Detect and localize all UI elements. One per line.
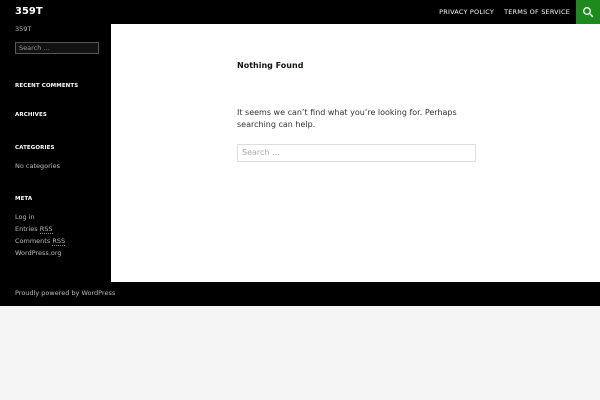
site-header: 359T PRIVACY POLICY TERMS OF SERVICE [0,0,600,24]
nav-terms-of-service[interactable]: TERMS OF SERVICE [504,8,570,16]
archives-heading: ARCHIVES [15,112,47,118]
not-found-message: It seems we can’t find what you’re looki… [237,108,457,129]
recent-comments-heading: RECENT COMMENTS [15,83,79,89]
site-page: 359T PRIVACY POLICY TERMS OF SERVICE 359… [0,0,600,306]
login-link[interactable]: Log in [15,211,65,223]
categories-heading: CATEGORIES [15,145,55,151]
rss-abbr: RSS [39,225,53,234]
comments-rss-link[interactable]: Comments RSS [15,235,66,247]
page-title: Nothing Found [237,61,304,70]
footer-credit-link[interactable]: Proudly powered by WordPress [15,289,115,297]
meta-links: Log in Entries RSS Comments RSS WordPres… [15,211,66,259]
sidebar-search-input[interactable]: Search … [15,42,99,54]
meta-heading: META [15,196,33,202]
wordpress-org-link[interactable]: WordPress.org [15,247,65,259]
search-toggle-button[interactable] [576,0,600,24]
sidebar: 359T Search … RECENT COMMENTS ARCHIVES C… [0,24,111,282]
site-title[interactable]: 359T [15,5,43,19]
site-footer: Proudly powered by WordPress [0,282,600,306]
rss-abbr: RSS [52,237,66,246]
nav-privacy-policy[interactable]: PRIVACY POLICY [439,8,494,16]
entries-link-label: Entries [15,225,40,233]
entries-rss-link[interactable]: Entries RSS [15,223,65,235]
comments-link-label: Comments [15,237,53,245]
site-tagline: 359T [15,25,32,33]
no-categories-text: No categories [15,162,60,170]
search-icon [583,7,594,18]
search-input[interactable]: Search … [237,144,476,162]
main-content: Nothing Found It seems we can’t find wha… [111,24,600,282]
main-navigation: PRIVACY POLICY TERMS OF SERVICE [429,0,570,24]
